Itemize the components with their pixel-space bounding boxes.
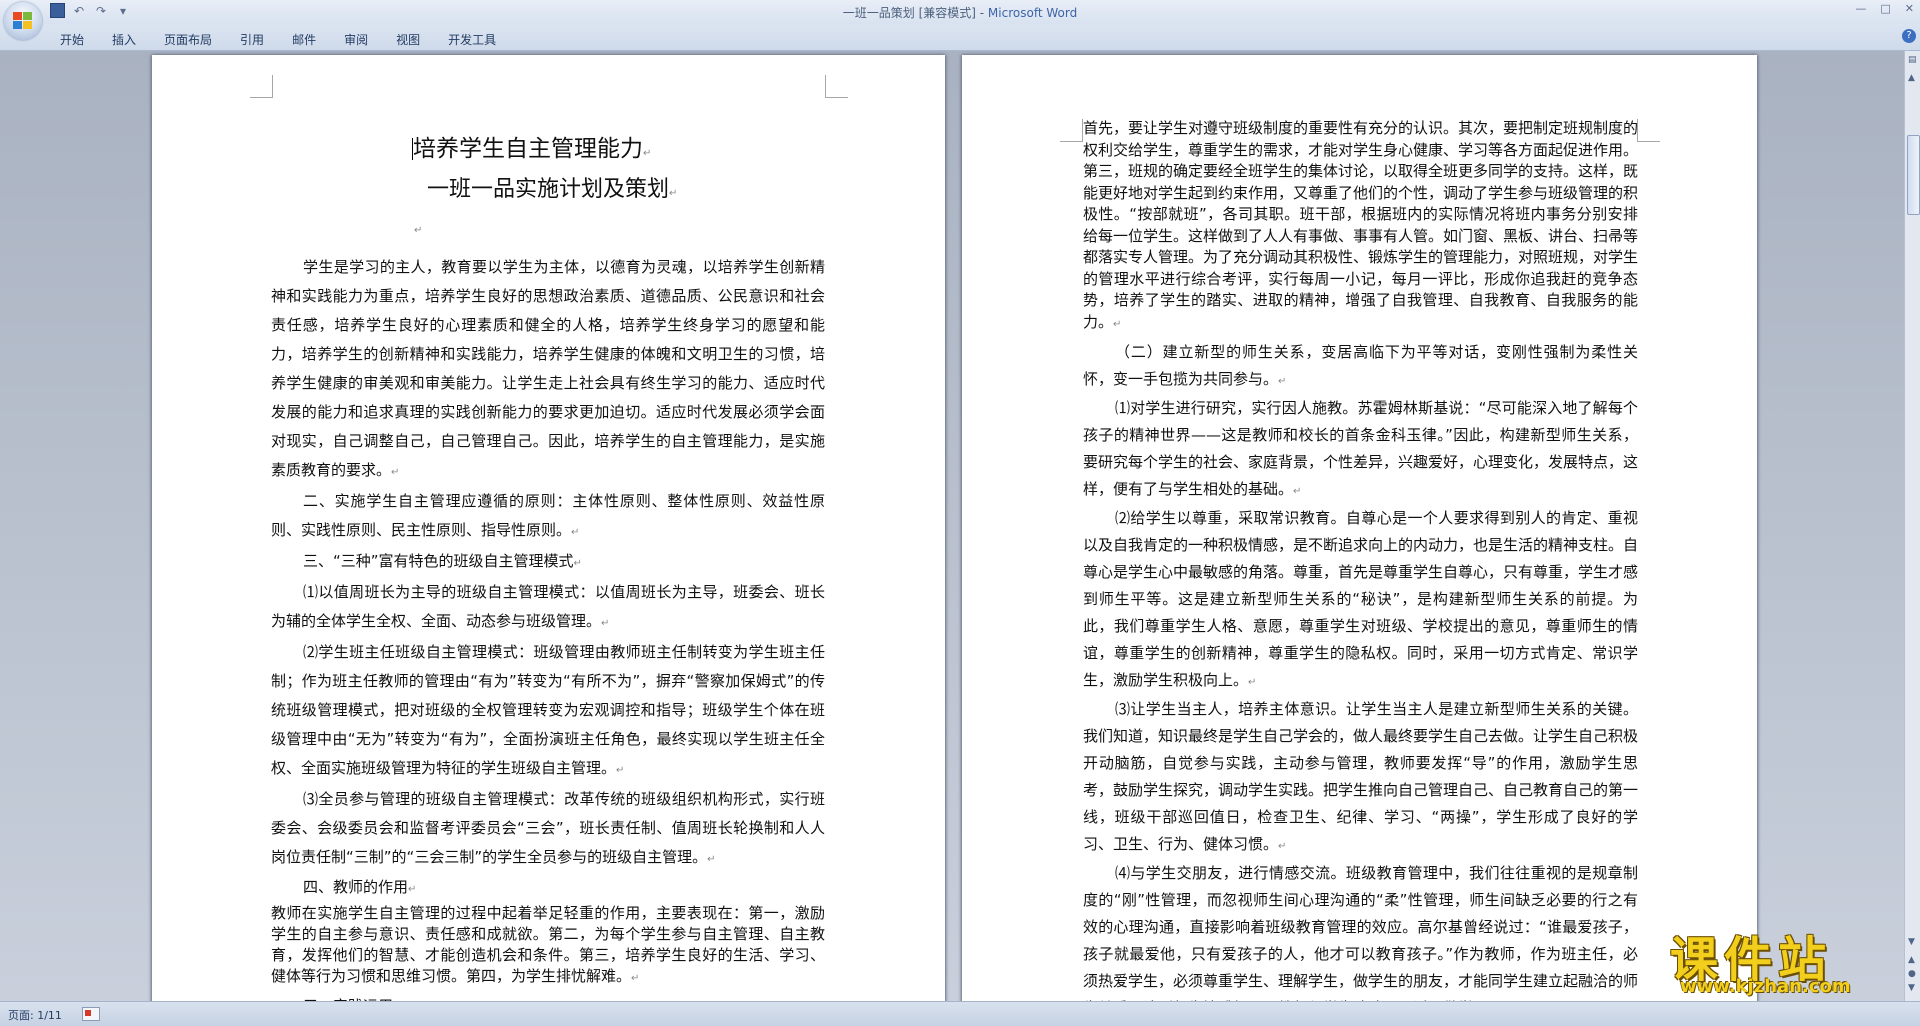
window-controls: — □ ✕	[1855, 2, 1914, 15]
office-logo-icon	[13, 12, 33, 30]
vertical-scrollbar[interactable]: ▤ ▲ ▼ ▲ ● ▼	[1904, 51, 1920, 1001]
maximize-icon[interactable]: □	[1880, 2, 1890, 15]
status-bar: 页面: 1/11	[0, 1001, 1920, 1026]
margin-corner-mark	[825, 75, 848, 98]
paragraph: 学生是学习的主人，教育要以学生为主体，以德育为灵魂，以培养学生创新精神和实践能力…	[271, 258, 825, 479]
page2-body: 首先，要让学生对遵守班级制度的重要性有充分的认识。其次，要把制定班规制度的权利交…	[1083, 118, 1638, 1005]
tab-insert[interactable]: 插入	[112, 31, 136, 48]
paragraph: ⑴以值周班长为主导的班级自主管理模式：以值周班长为主导，班委会、班长为辅的全体学…	[271, 583, 825, 630]
section-heading: （二）建立新型的师生关系，变居高临下为平等对话，变刚性强制为柔性关怀，变一手包揽…	[1083, 343, 1638, 388]
tab-page-layout[interactable]: 页面布局	[164, 31, 212, 48]
paragraph: 教师在实施学生自主管理的过程中起着举足轻重的作用，主要表现在：第一，激励学生的自…	[271, 904, 825, 985]
scrollbar-thumb[interactable]	[1907, 135, 1920, 215]
document-title: 一班一品策划 [兼容模式] -	[842, 6, 988, 20]
margin-corner-mark	[1637, 119, 1660, 142]
watermark-url: www.kjzhan.com	[1680, 976, 1851, 997]
close-icon[interactable]: ✕	[1905, 2, 1914, 15]
tab-home[interactable]: 开始	[60, 31, 84, 48]
app-name: Microsoft Word	[987, 6, 1078, 20]
ribbon: 开始 插入 页面布局 引用 邮件 审阅 视图 开发工具 ?	[0, 24, 1920, 51]
document-title-heading: 培养学生自主管理能力↵	[412, 136, 652, 162]
tab-references[interactable]: 引用	[240, 31, 264, 48]
paragraph: 首先，要让学生对遵守班级制度的重要性有充分的认识。其次，要把制定班规制度的权利交…	[1083, 119, 1639, 331]
minimize-icon[interactable]: —	[1855, 2, 1866, 15]
document-page-2[interactable]: 首先，要让学生对遵守班级制度的重要性有充分的认识。其次，要把制定班规制度的权利交…	[962, 55, 1757, 1005]
office-button[interactable]	[4, 2, 42, 40]
tab-mailings[interactable]: 邮件	[292, 31, 316, 48]
tab-view[interactable]: 视图	[396, 31, 420, 48]
proofing-icon[interactable]	[82, 1007, 100, 1021]
page-count[interactable]: 页面: 1/11	[8, 1007, 62, 1023]
paragraph: ⑴对学生进行研究，实行因人施教。苏霍姆林斯基说：“尽可能深入地了解每个孩子的精神…	[1083, 399, 1639, 498]
page1-body: 学生是学习的主人，教育要以学生为主体，以德育为灵魂，以培养学生创新精神和实践能力…	[271, 253, 825, 1005]
window-title: 一班一品策划 [兼容模式] - Microsoft Word	[0, 4, 1920, 21]
ruler-toggle-icon[interactable]: ▤	[1908, 55, 1917, 65]
paragraph-mark: ↵	[414, 225, 423, 236]
document-subtitle: 一班一品实施计划及策划↵	[427, 177, 678, 202]
tab-review[interactable]: 审阅	[344, 31, 368, 48]
help-icon[interactable]: ?	[1902, 29, 1916, 43]
paragraph: ⑷与学生交朋友，进行情感交流。班级教育管理中，我们往往重视的是规章制度的“刚”性…	[1083, 864, 1639, 1005]
paragraph: 二、实施学生自主管理应遵循的原则：主体性原则、整体性原则、效益性原则、实践性原则…	[271, 492, 825, 539]
margin-corner-mark	[1060, 119, 1083, 142]
document-page-1[interactable]: 培养学生自主管理能力↵ 一班一品实施计划及策划↵ ↵ 学生是学习的主人，教育要以…	[152, 55, 945, 1005]
margin-corner-mark	[250, 75, 273, 98]
title-bar: ↶ ↷ ▾ 一班一品策划 [兼容模式] - Microsoft Word — □…	[0, 0, 1920, 24]
scroll-up-icon[interactable]: ▲	[1908, 73, 1915, 83]
site-watermark: 课件站 www.kjzhan.com	[1670, 920, 1910, 1000]
paragraph: ⑵给学生以尊重，采取常识教育。自尊心是一个人要求得到别人的肯定、重视以及自我肯定…	[1083, 509, 1639, 689]
tab-developer[interactable]: 开发工具	[448, 31, 496, 48]
section-heading: 四、教师的作用↵	[303, 878, 417, 896]
section-heading: 三、“三种”富有特色的班级自主管理模式↵	[303, 552, 582, 570]
paragraph: ⑶让学生当主人，培养主体意识。让学生当主人是建立新型师生关系的关键。我们知道，知…	[1083, 700, 1639, 853]
paragraph: ⑶全员参与管理的班级自主管理模式：改革传统的班级组织机构形式，实行班委会、会级委…	[271, 790, 825, 866]
ribbon-tabs: 开始 插入 页面布局 引用 邮件 审阅 视图 开发工具	[60, 31, 524, 48]
paragraph: ⑵学生班主任班级自主管理模式：班级管理由教师班主任制转变为学生班主任制；作为班主…	[271, 643, 825, 777]
